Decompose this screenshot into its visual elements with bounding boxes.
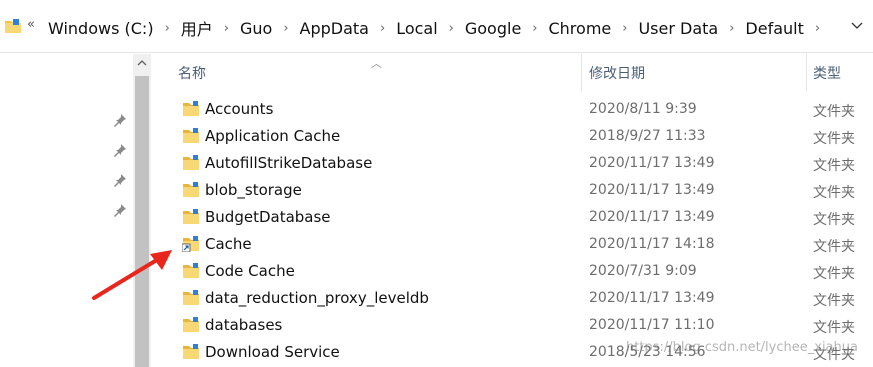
file-list: Accounts 2020/8/11 9:39 文件夹 Application … <box>151 96 873 366</box>
folder-icon <box>182 181 200 198</box>
chevron-right-icon[interactable]: › <box>224 21 229 36</box>
file-modified-date: 2020/8/11 9:39 <box>589 101 697 117</box>
folder-icon <box>182 289 200 306</box>
chevron-right-icon[interactable]: › <box>815 21 820 36</box>
file-modified-date: 2020/11/17 13:49 <box>589 290 715 306</box>
file-modified-date: 2020/11/17 13:49 <box>589 182 715 198</box>
file-modified-date: 2020/11/17 13:49 <box>589 209 715 225</box>
breadcrumb-item-users[interactable]: 用户 <box>179 16 215 40</box>
file-type: 文件夹 <box>813 104 855 120</box>
pin-icon[interactable] <box>113 173 127 187</box>
sort-ascending-icon: ︿ <box>371 57 382 70</box>
file-type: 文件夹 <box>813 158 855 174</box>
breadcrumb-item-drive[interactable]: Windows (C:) <box>46 19 156 38</box>
chevron-right-icon[interactable]: › <box>622 21 627 36</box>
file-name[interactable]: AutofillStrikeDatabase <box>205 154 372 172</box>
file-name[interactable]: Download Service <box>205 343 340 361</box>
folder-icon <box>182 127 200 144</box>
file-type: 文件夹 <box>813 212 855 228</box>
file-modified-date: 2020/11/17 13:49 <box>589 155 715 171</box>
chevron-right-icon[interactable]: › <box>449 21 454 36</box>
folder-icon <box>182 316 200 333</box>
column-header-name[interactable]: 名称 <box>178 63 206 83</box>
chevron-right-icon[interactable]: › <box>283 21 288 36</box>
file-type: 文件夹 <box>813 131 855 147</box>
file-row[interactable]: Accounts 2020/8/11 9:39 文件夹 <box>151 96 873 123</box>
pin-icon[interactable] <box>113 113 127 127</box>
file-row[interactable]: blob_storage 2020/11/17 13:49 文件夹 <box>151 177 873 204</box>
folder-icon <box>182 262 200 279</box>
file-row[interactable]: Application Cache 2018/9/27 11:33 文件夹 <box>151 123 873 150</box>
file-row[interactable]: data_reduction_proxy_leveldb 2020/11/17 … <box>151 285 873 312</box>
folder-icon <box>182 343 200 360</box>
file-name[interactable]: Cache <box>205 235 252 253</box>
file-row[interactable]: BudgetDatabase 2020/11/17 13:49 文件夹 <box>151 204 873 231</box>
chevron-right-icon[interactable]: › <box>729 21 734 36</box>
file-modified-date: 2020/11/17 14:18 <box>589 236 715 252</box>
breadcrumb-item-appdata[interactable]: AppData <box>298 19 371 38</box>
file-name[interactable]: blob_storage <box>205 181 302 199</box>
column-divider[interactable] <box>806 54 807 91</box>
file-row[interactable]: AutofillStrikeDatabase 2020/11/17 13:49 … <box>151 150 873 177</box>
column-header: ︿ 名称 修改日期 类型 <box>151 54 873 91</box>
file-type: 文件夹 <box>813 293 855 309</box>
column-header-date[interactable]: 修改日期 <box>589 63 645 83</box>
scroll-up-arrow-icon[interactable] <box>133 56 151 70</box>
scrollbar-thumb[interactable] <box>135 76 149 367</box>
file-row[interactable]: Cache 2020/11/17 14:18 文件夹 <box>151 231 873 258</box>
file-name[interactable]: Application Cache <box>205 127 340 145</box>
breadcrumb-overflow-icon[interactable]: « <box>27 17 35 32</box>
navigation-pane <box>0 54 133 367</box>
chevron-right-icon[interactable]: › <box>532 21 537 36</box>
file-type: 文件夹 <box>813 320 855 336</box>
file-name[interactable]: Accounts <box>205 100 273 118</box>
file-name[interactable]: data_reduction_proxy_leveldb <box>205 289 429 307</box>
nav-scrollbar[interactable] <box>133 54 151 367</box>
folder-icon <box>182 208 200 225</box>
chevron-right-icon[interactable]: › <box>165 21 170 36</box>
breadcrumb: Windows (C:) › 用户 › Guo › AppData › Loca… <box>46 16 829 40</box>
file-type: 文件夹 <box>813 185 855 201</box>
file-name[interactable]: BudgetDatabase <box>205 208 331 226</box>
file-type: 文件夹 <box>813 239 855 255</box>
folder-icon <box>5 19 21 33</box>
breadcrumb-item-default[interactable]: Default <box>743 19 805 38</box>
column-header-type[interactable]: 类型 <box>813 63 841 83</box>
breadcrumb-item-user-data[interactable]: User Data <box>636 19 720 38</box>
file-modified-date: 2020/7/31 9:09 <box>589 263 697 279</box>
file-modified-date: 2018/9/27 11:33 <box>589 128 706 144</box>
breadcrumb-item-chrome[interactable]: Chrome <box>546 19 613 38</box>
breadcrumb-item-guo[interactable]: Guo <box>238 19 274 38</box>
column-divider[interactable] <box>581 54 582 91</box>
pin-icon[interactable] <box>113 203 127 217</box>
chevron-down-icon[interactable] <box>851 22 863 30</box>
annotation-arrow-icon <box>92 250 172 300</box>
breadcrumb-item-google[interactable]: Google <box>463 19 523 38</box>
pin-icon[interactable] <box>113 143 127 157</box>
file-type: 文件夹 <box>813 266 855 282</box>
address-bar[interactable]: « Windows (C:) › 用户 › Guo › AppData › Lo… <box>0 0 873 53</box>
file-name[interactable]: Code Cache <box>205 262 295 280</box>
file-row[interactable]: databases 2020/11/17 11:10 文件夹 <box>151 312 873 339</box>
folder-icon <box>182 154 200 171</box>
watermark: https://blog.csdn.net/lychee_xiahua <box>626 340 858 355</box>
folder-icon <box>182 100 200 117</box>
file-name[interactable]: databases <box>205 316 282 334</box>
chevron-right-icon[interactable]: › <box>380 21 385 36</box>
breadcrumb-item-local[interactable]: Local <box>394 19 439 38</box>
folder-shortcut-icon <box>181 235 200 253</box>
file-row[interactable]: Code Cache 2020/7/31 9:09 文件夹 <box>151 258 873 285</box>
file-modified-date: 2020/11/17 11:10 <box>589 317 715 333</box>
